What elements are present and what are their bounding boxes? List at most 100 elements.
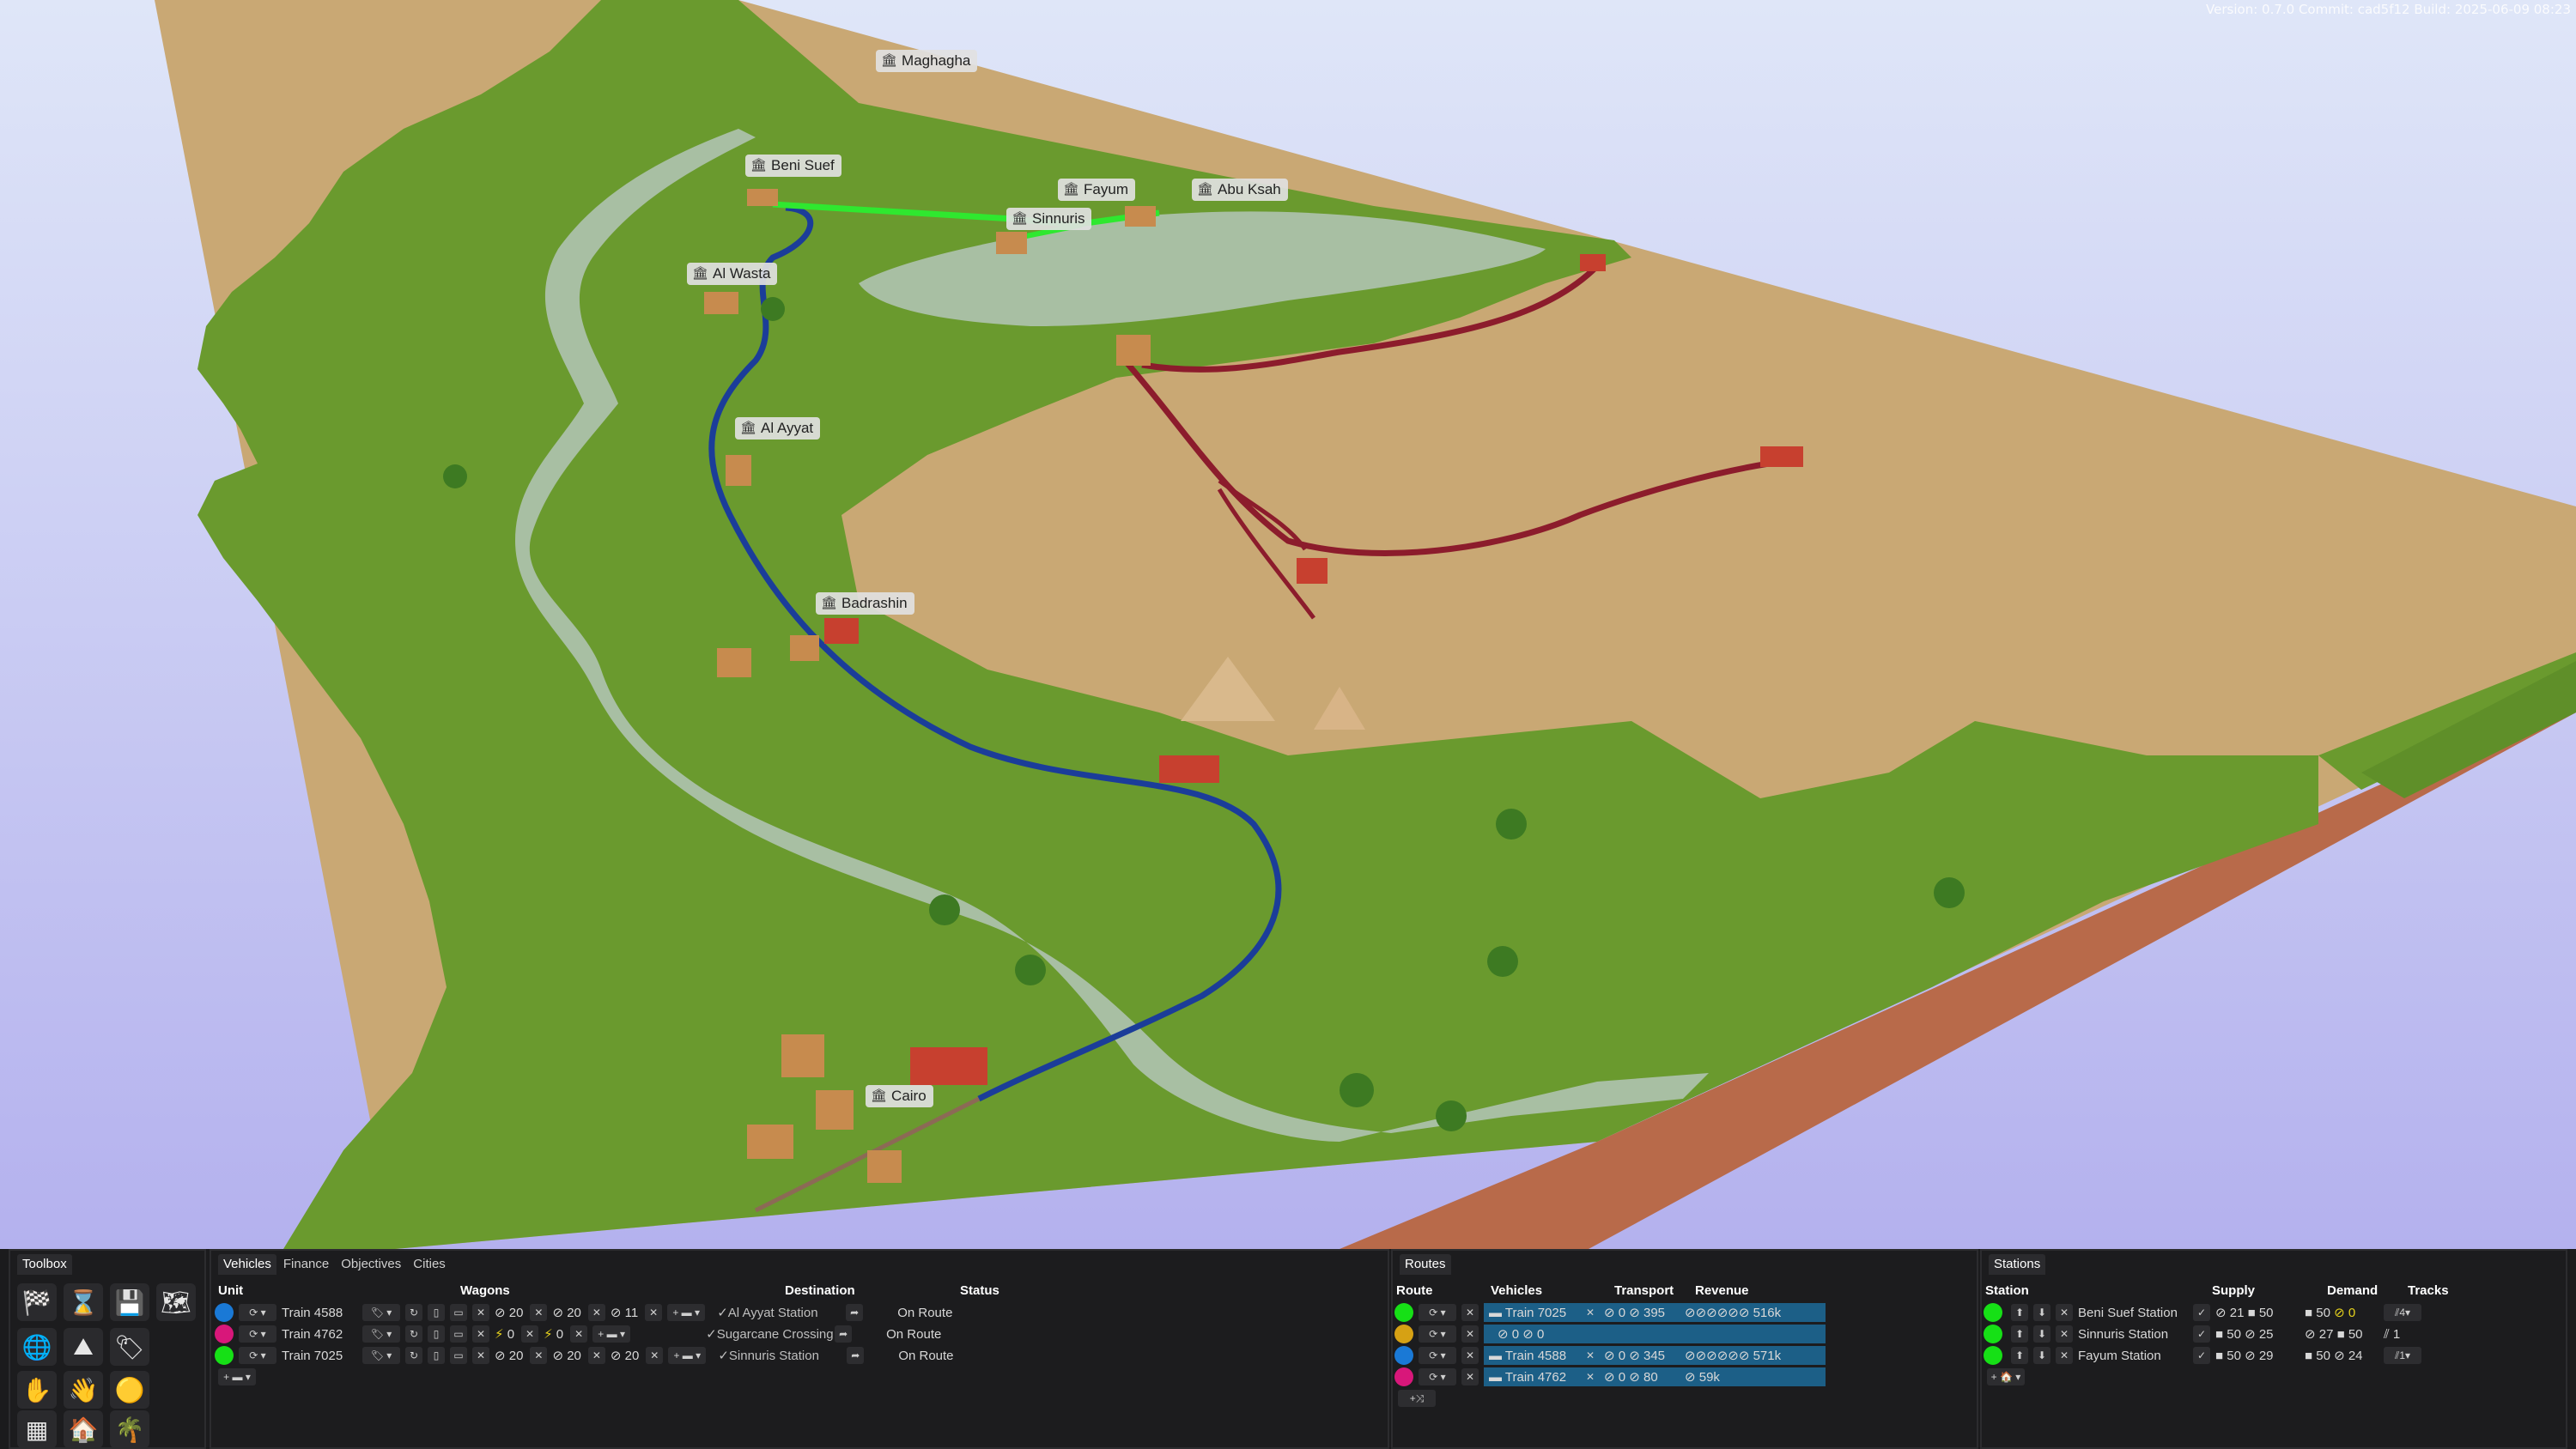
remove-wagon-icon[interactable]: ✕ (530, 1347, 548, 1364)
go-icon[interactable]: ➦ (847, 1347, 865, 1364)
add-vehicle-row[interactable]: + ▬ ▾ (218, 1367, 261, 1386)
check-icon[interactable]: ✓ (2193, 1304, 2210, 1321)
city-label-al-ayyat[interactable]: 🏛 Al Ayyat (735, 417, 821, 440)
add-wagon-dropdown[interactable]: + ▬ ▾ (592, 1325, 631, 1343)
remove-icon[interactable]: ✕ (472, 1325, 489, 1343)
add-vehicle-button[interactable]: + ▬ ▾ (218, 1368, 256, 1385)
remove-wagon-icon[interactable]: ✕ (646, 1347, 664, 1364)
move-down-icon[interactable]: ⬇ (2033, 1347, 2050, 1364)
train-icon[interactable]: ▭ (450, 1347, 467, 1364)
globe-icon[interactable]: 🌐 (17, 1328, 57, 1366)
station-row[interactable]: ⬆ ⬇ ✕ Beni Suef Station ✓ ⊘ 21 ■ 50 ■ 50… (1984, 1303, 2427, 1322)
tab-routes[interactable]: Routes (1400, 1254, 1451, 1275)
route-row[interactable]: ⟳ ▾ ✕ ▬ Train 4762 ✕ ⊘ 0 ⊘ 80 ⊘ 59k (1394, 1367, 1826, 1386)
delete-route-icon[interactable]: ✕ (1461, 1347, 1479, 1364)
delete-route-icon[interactable]: ✕ (1461, 1368, 1479, 1385)
tab-cities[interactable]: Cities (408, 1254, 451, 1275)
tag-dropdown[interactable]: 🏷 ▾ (362, 1347, 400, 1364)
tab-finance[interactable]: Finance (278, 1254, 334, 1275)
grid-map-icon[interactable]: ▦ (17, 1410, 57, 1447)
city-label-cairo[interactable]: 🏛 Cairo (866, 1085, 933, 1107)
remove-icon[interactable]: ✕ (472, 1347, 489, 1364)
train-icon[interactable]: ▭ (450, 1325, 467, 1343)
remove-vehicle-icon[interactable]: ✕ (1582, 1304, 1599, 1321)
go-icon[interactable]: ➦ (835, 1325, 853, 1343)
city-label-fayum[interactable]: 🏛 Fayum (1058, 179, 1136, 201)
city-label-al-wasta[interactable]: 🏛 Al Wasta (687, 263, 778, 285)
city-label-sinnuris[interactable]: 🏛 Sinnuris (1006, 208, 1092, 230)
resource-icon[interactable]: 🟡 (110, 1371, 149, 1409)
tracks-dropdown[interactable]: ⫽ 1 ▾ (2384, 1347, 2421, 1364)
delete-route-icon[interactable]: ✕ (1461, 1325, 1479, 1343)
remove-wagon-icon[interactable]: ✕ (645, 1304, 663, 1321)
map-viewport[interactable]: Version: 0.7.0 Commit: cad5f12 Build: 20… (0, 0, 2576, 1249)
add-wagon-dropdown[interactable]: + ▬ ▾ (667, 1304, 706, 1321)
add-station-row[interactable]: + 🏠 ▾ (1987, 1367, 2030, 1386)
cycle-dropdown[interactable]: ⟳ ▾ (239, 1325, 276, 1343)
add-station-button[interactable]: + 🏠 ▾ (1987, 1368, 2025, 1385)
mountain-icon[interactable]: ⛰ (64, 1328, 103, 1366)
remove-vehicle-icon[interactable]: ✕ (1582, 1368, 1599, 1385)
tab-objectives[interactable]: Objectives (336, 1254, 406, 1275)
remove-station-icon[interactable]: ✕ (2056, 1325, 2073, 1343)
move-down-icon[interactable]: ⬇ (2033, 1304, 2050, 1321)
house-icon[interactable]: 🏠 (64, 1410, 103, 1447)
city-label-beni-suef[interactable]: 🏛 Beni Suef (745, 155, 841, 177)
hourglass-icon[interactable]: ⌛ (64, 1283, 103, 1321)
cycle-dropdown[interactable]: ⟳ ▾ (1419, 1304, 1456, 1321)
remove-vehicle-icon[interactable]: ✕ (1582, 1347, 1599, 1364)
tab-stations[interactable]: Stations (1989, 1254, 2046, 1275)
cycle-dropdown[interactable]: ⟳ ▾ (1419, 1368, 1456, 1385)
route-row[interactable]: ⟳ ▾ ✕ ⊘ 0 ⊘ 0 (1394, 1325, 1826, 1343)
flag-icon[interactable]: 🏁 (17, 1283, 57, 1321)
remove-icon[interactable]: ✕ (472, 1304, 489, 1321)
cart-icon[interactable]: ▯ (428, 1325, 445, 1343)
go-icon[interactable]: ➦ (846, 1304, 864, 1321)
vehicle-row[interactable]: ⟳ ▾ Train 4762 🏷 ▾ ↻ ▯ ▭ ✕ ⚡ 0 ✕ ⚡ 0 ✕ +… (215, 1325, 941, 1343)
tracks-dropdown[interactable]: ⫽ 4 ▾ (2384, 1304, 2421, 1321)
delete-route-icon[interactable]: ✕ (1461, 1304, 1479, 1321)
remove-station-icon[interactable]: ✕ (2056, 1347, 2073, 1364)
move-up-icon[interactable]: ⬆ (2011, 1325, 2028, 1343)
tab-vehicles[interactable]: Vehicles (218, 1254, 276, 1275)
cycle-dropdown[interactable]: ⟳ ▾ (239, 1304, 276, 1321)
add-route-row[interactable]: +⤨ (1398, 1389, 1441, 1408)
terrain-map[interactable] (0, 0, 2576, 1249)
cycle-dropdown[interactable]: ⟳ ▾ (1419, 1347, 1456, 1364)
refresh-icon[interactable]: ↻ (405, 1347, 422, 1364)
add-route-button[interactable]: +⤨ (1398, 1390, 1436, 1407)
remove-station-icon[interactable]: ✕ (2056, 1304, 2073, 1321)
hand-raise-icon[interactable]: 👋 (64, 1371, 103, 1409)
city-label-maghagha[interactable]: 🏛 Maghagha (876, 50, 978, 72)
city-label-abu-ksah[interactable]: 🏛 Abu Ksah (1192, 179, 1288, 201)
check-icon[interactable]: ✓ (2193, 1347, 2210, 1364)
map-icon[interactable]: 🗺 (156, 1283, 196, 1321)
vehicle-row[interactable]: ⟳ ▾ Train 4588 🏷 ▾ ↻ ▯ ▭ ✕ ⊘ 20 ✕ ⊘ 20 ✕… (215, 1303, 952, 1322)
check-icon[interactable]: ✓ (2193, 1325, 2210, 1343)
move-down-icon[interactable]: ⬇ (2033, 1325, 2050, 1343)
tag-icon[interactable]: 🏷 (110, 1328, 149, 1366)
tag-dropdown[interactable]: 🏷 ▾ (362, 1304, 400, 1321)
move-up-icon[interactable]: ⬆ (2011, 1347, 2028, 1364)
move-up-icon[interactable]: ⬆ (2011, 1304, 2028, 1321)
add-wagon-dropdown[interactable]: + ▬ ▾ (668, 1347, 707, 1364)
cycle-dropdown[interactable]: ⟳ ▾ (1419, 1325, 1456, 1343)
vehicle-row[interactable]: ⟳ ▾ Train 7025 🏷 ▾ ↻ ▯ ▭ ✕ ⊘ 20 ✕ ⊘ 20 ✕… (215, 1346, 954, 1365)
tab-toolbox[interactable]: Toolbox (17, 1254, 72, 1275)
palm-icon[interactable]: 🌴 (110, 1410, 149, 1447)
cart-icon[interactable]: ▯ (428, 1347, 445, 1364)
route-row[interactable]: ⟳ ▾ ✕ ▬ Train 4588 ✕ ⊘ 0 ⊘ 345 ⊘⊘⊘⊘⊘⊘ 57… (1394, 1346, 1826, 1365)
cycle-dropdown[interactable]: ⟳ ▾ (239, 1347, 276, 1364)
route-row[interactable]: ⟳ ▾ ✕ ▬ Train 7025 ✕ ⊘ 0 ⊘ 395 ⊘⊘⊘⊘⊘⊘ 51… (1394, 1303, 1826, 1322)
hand-lower-icon[interactable]: ✋ (17, 1371, 57, 1409)
remove-wagon-icon[interactable]: ✕ (530, 1304, 548, 1321)
remove-wagon-icon[interactable]: ✕ (521, 1325, 539, 1343)
city-label-badrashin[interactable]: 🏛 Badrashin (816, 592, 914, 615)
remove-wagon-icon[interactable]: ✕ (587, 1304, 605, 1321)
train-icon[interactable]: ▭ (450, 1304, 467, 1321)
remove-wagon-icon[interactable]: ✕ (587, 1347, 605, 1364)
refresh-icon[interactable]: ↻ (405, 1304, 422, 1321)
tag-dropdown[interactable]: 🏷 ▾ (362, 1325, 400, 1343)
cart-icon[interactable]: ▯ (428, 1304, 445, 1321)
remove-wagon-icon[interactable]: ✕ (570, 1325, 588, 1343)
